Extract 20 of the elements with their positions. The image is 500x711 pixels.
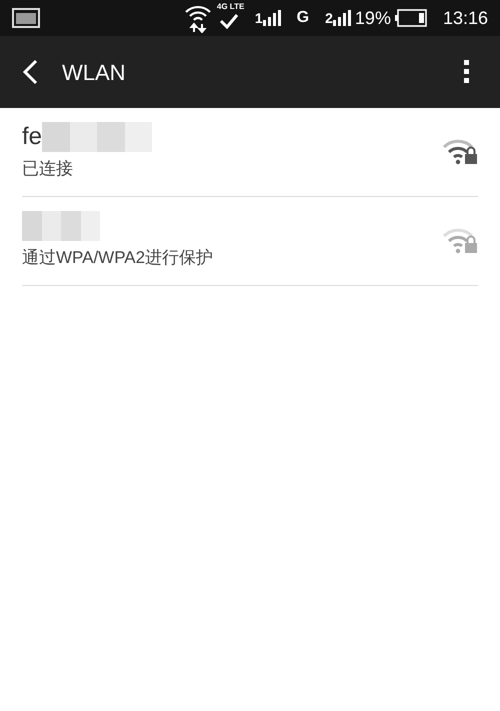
network-type: 4G LTE bbox=[216, 3, 244, 11]
menu-icon[interactable] bbox=[464, 60, 470, 84]
image-icon bbox=[12, 8, 40, 28]
network-name: fe bbox=[22, 122, 42, 152]
wifi-data-icon bbox=[182, 3, 213, 33]
battery-icon bbox=[394, 9, 427, 27]
sim-number: 1 bbox=[254, 8, 263, 28]
screen-title: WLAN bbox=[62, 58, 126, 86]
clock: 13:16 bbox=[442, 6, 488, 30]
network-status: 已连接 bbox=[22, 158, 74, 180]
battery-percent: 19% bbox=[354, 6, 391, 30]
signal-icon bbox=[332, 10, 351, 26]
network-item[interactable]: fe 已连接 bbox=[22, 108, 478, 197]
check-icon bbox=[218, 13, 239, 29]
signal-icon bbox=[262, 10, 281, 26]
sim-number: 2 bbox=[325, 8, 333, 28]
data-type: G bbox=[296, 8, 310, 28]
network-status: 通过WPA/WPA2进行保护 bbox=[22, 247, 214, 270]
back-icon[interactable] bbox=[22, 59, 38, 85]
network-item[interactable]: 通过WPA/WPA2进行保护 bbox=[22, 197, 478, 286]
